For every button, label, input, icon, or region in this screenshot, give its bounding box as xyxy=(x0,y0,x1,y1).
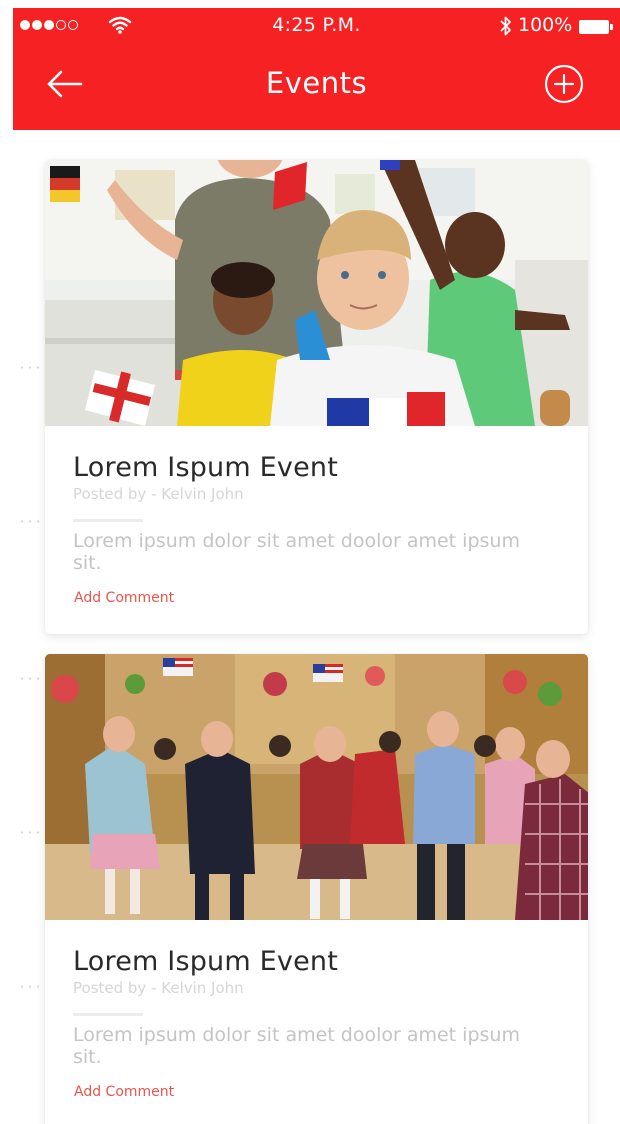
event-description: Lorem ipsum dolor sit amet doolor amet i… xyxy=(73,1024,520,1068)
battery-icon xyxy=(579,20,613,34)
event-card[interactable]: Lorem Ispum Event Posted by - Kelvin Joh… xyxy=(45,160,588,634)
event-photo-classroom xyxy=(45,160,588,426)
event-card-body: Lorem Ispum Event Posted by - Kelvin Joh… xyxy=(45,453,588,606)
event-author: Posted by - Kelvin John xyxy=(73,979,244,997)
status-bar: 4:25 P.M. 100% xyxy=(13,8,620,42)
add-comment-link[interactable]: Add Comment xyxy=(74,1084,174,1100)
event-title: Lorem Ispum Event xyxy=(73,452,339,483)
divider xyxy=(73,1013,143,1016)
bluetooth-icon xyxy=(500,16,511,36)
add-comment-link[interactable]: Add Comment xyxy=(74,590,174,606)
events-screen: 4:25 P.M. 100% Events Lorem Ispum Event … xyxy=(0,0,620,1124)
page-title: Events xyxy=(265,66,368,100)
event-card-body: Lorem Ispum Event Posted by - Kelvin Joh… xyxy=(45,947,588,1100)
add-event-plus-circle-icon[interactable] xyxy=(543,63,585,105)
battery-percent: 100% xyxy=(518,14,573,36)
decorative-dots xyxy=(18,677,48,680)
divider xyxy=(73,519,143,522)
event-photo-celebration xyxy=(45,654,588,920)
event-description: Lorem ipsum dolor sit amet doolor amet i… xyxy=(73,530,520,574)
event-title: Lorem Ispum Event xyxy=(73,946,339,977)
event-card[interactable]: Lorem Ispum Event Posted by - Kelvin Joh… xyxy=(45,654,588,1124)
app-header: 4:25 P.M. 100% Events xyxy=(13,8,620,130)
event-author: Posted by - Kelvin John xyxy=(73,485,244,503)
